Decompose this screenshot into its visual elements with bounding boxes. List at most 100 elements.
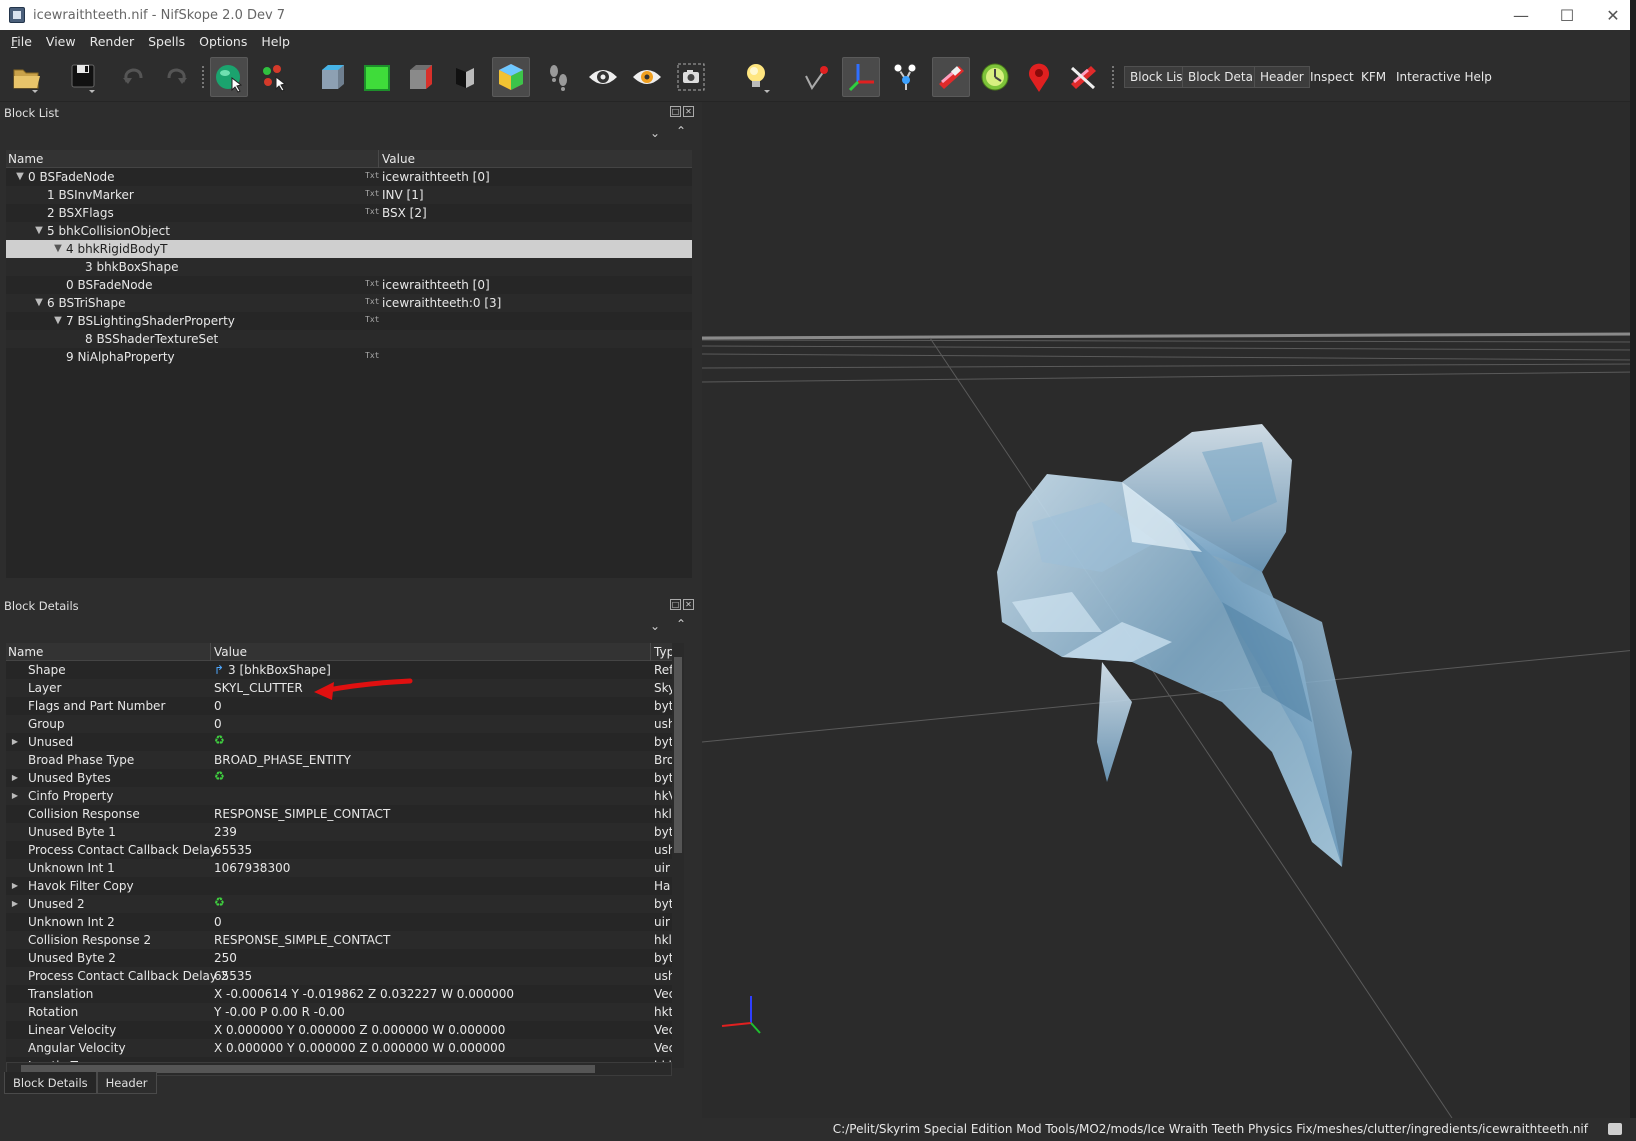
block-list-row[interactable]: 8 BSShaderTextureSet [6,330,692,348]
menu-spells[interactable]: Spells [141,34,192,49]
tab-block-details[interactable]: Block Details [4,1072,97,1094]
field-value[interactable]: 0 [214,717,222,731]
field-value[interactable]: 239 [214,825,237,839]
view-top-icon[interactable] [358,57,396,97]
field-value[interactable]: BROAD_PHASE_ENTITY [214,753,351,767]
float-dock-icon[interactable]: □ [670,599,681,610]
expand-toggle-icon[interactable]: ▼ [52,312,64,330]
menu-file[interactable]: File [4,34,39,49]
block-list-row[interactable]: ▼ 6 BSTriShape Txt icewraithteeth:0 [3] [6,294,692,312]
walk-mode-icon[interactable] [540,57,578,97]
column-value[interactable]: Value [382,152,415,166]
detail-row[interactable]: Collision Response 2 RESPONSE_SIMPLE_CONT… [6,931,672,949]
undo-icon[interactable] [114,57,152,97]
detail-row[interactable]: Linear Velocity X 0.000000 Y 0.000000 Z 0… [6,1021,672,1039]
detail-row[interactable]: ▶ Unused 2 ♻ byt [6,895,672,913]
detail-row[interactable]: Angular Velocity X 0.000000 Y 0.000000 Z … [6,1039,672,1057]
block-list-row[interactable]: 9 NiAlphaProperty Txt [6,348,692,366]
maximize-button[interactable]: ☐ [1544,0,1590,30]
float-dock-icon[interactable]: □ [670,106,681,117]
detail-row[interactable]: Group 0 ush [6,715,672,733]
detail-row[interactable]: Collision Response RESPONSE_SIMPLE_CONTAC… [6,805,672,823]
detail-row[interactable]: Unused Byte 2 250 byt [6,949,672,967]
field-value[interactable]: Y -0.00 P 0.00 R -0.00 [214,1005,345,1019]
block-list-row[interactable]: ▼ 4 bhkRigidBodyT [6,240,692,258]
expand-toggle-icon[interactable]: ▼ [14,168,26,186]
detail-row[interactable]: Translation X -0.000614 Y -0.019862 Z 0.0… [6,985,672,1003]
field-value[interactable]: 65535 [214,843,252,857]
array-update-icon[interactable]: ♻ [214,733,225,747]
interactive-help-button[interactable]: Interactive Help [1390,66,1498,88]
view-front-icon[interactable] [314,57,352,97]
collapse-all-icon[interactable]: ⌄ [650,126,660,140]
column-value[interactable]: Value [214,645,247,659]
field-value[interactable]: RESPONSE_SIMPLE_CONTACT [214,933,390,947]
hide-collision-icon[interactable] [1064,57,1102,97]
show-nodes-eye-icon[interactable] [628,57,666,97]
block-list-row[interactable]: ▼ 0 BSFadeNode Txt icewraithteeth [0] [6,168,692,186]
details-vertical-scrollbar[interactable] [672,643,684,1068]
detail-row[interactable]: Unused Byte 1 239 byt [6,823,672,841]
expand-toggle-icon[interactable]: ▼ [33,222,45,240]
show-axes-icon[interactable] [842,57,880,97]
field-value[interactable]: X 0.000000 Y 0.000000 Z 0.000000 W 0.000… [214,1023,505,1037]
menu-options[interactable]: Options [192,34,254,49]
menu-help[interactable]: Help [254,34,297,49]
expand-toggle-icon[interactable]: ▼ [33,294,45,312]
show-constraints-icon[interactable] [976,57,1014,97]
save-floppy-icon[interactable] [64,57,102,97]
detail-row[interactable]: Unknown Int 1 1067938300 uir [6,859,672,877]
close-dock-icon[interactable]: ✕ [683,599,694,610]
select-vertex-icon[interactable] [256,57,294,97]
lighting-bulb-icon[interactable] [738,57,776,97]
render-viewport[interactable] [702,102,1636,1118]
block-list-row[interactable]: 1 BSInvMarker Txt INV [1] [6,186,692,204]
expand-all-icon[interactable]: ⌃ [676,617,686,631]
toggle-kfm-button[interactable]: KFM [1355,66,1392,88]
tab-header[interactable]: Header [96,1072,157,1094]
toolbar-grip-2[interactable] [1112,66,1116,88]
detail-row[interactable]: Unknown Int 2 0 uir [6,913,672,931]
view-perspective-icon[interactable] [492,57,530,97]
redo-icon[interactable] [158,57,196,97]
field-value[interactable]: 0 [214,915,222,929]
link-icon[interactable]: ↱ [214,663,224,677]
detail-row[interactable]: Broad Phase Type BROAD_PHASE_ENTITY Bro [6,751,672,769]
block-list-row[interactable]: 0 BSFadeNode Txt icewraithteeth [0] [6,276,692,294]
field-value[interactable]: 1067938300 [214,861,290,875]
toggle-header-button[interactable]: Header [1254,66,1310,88]
array-update-icon[interactable]: ♻ [214,895,225,909]
view-flip-icon[interactable] [446,57,484,97]
column-name[interactable]: Name [8,645,43,659]
open-folder-icon[interactable] [8,57,46,97]
field-value[interactable]: 0 [214,699,222,713]
collapse-all-icon[interactable]: ⌄ [650,619,660,633]
field-value[interactable]: SKYL_CLUTTER [214,681,303,695]
expand-toggle-icon[interactable]: ▶ [9,733,21,751]
column-divider[interactable] [378,150,379,168]
show-collision-icon[interactable] [932,57,970,97]
toggle-inspect-button[interactable]: Inspect [1304,66,1360,88]
show-skeleton-icon[interactable] [886,57,924,97]
scene-canvas[interactable] [702,102,1636,1118]
screenshot-camera-icon[interactable] [672,57,710,97]
select-object-icon[interactable] [210,57,248,97]
expand-toggle-icon[interactable]: ▶ [9,877,21,895]
ice-wraith-teeth-mesh[interactable] [997,424,1352,867]
detail-row[interactable]: ▶ Cinfo Property hkV [6,787,672,805]
minimize-button[interactable]: — [1498,0,1544,30]
detail-row[interactable]: Process Contact Callback Delay 65535 ush [6,841,672,859]
column-divider[interactable] [210,643,211,661]
field-value[interactable]: 65535 [214,969,252,983]
toolbar-grip[interactable] [202,66,206,88]
detail-row[interactable]: Rotation Y -0.00 P 0.00 R -0.00 hkt [6,1003,672,1021]
view-side-icon[interactable] [402,57,440,97]
block-list-row[interactable]: ▼ 5 bhkCollisionObject [6,222,692,240]
expand-toggle-icon[interactable]: ▶ [9,769,21,787]
block-list-row[interactable]: 2 BSXFlags Txt BSX [2] [6,204,692,222]
show-vertex-normals-icon[interactable] [798,57,836,97]
expand-all-icon[interactable]: ⌃ [676,124,686,138]
show-hidden-eye-icon[interactable] [584,57,622,97]
block-list-row[interactable]: 3 bhkBoxShape [6,258,692,276]
column-divider[interactable] [650,643,651,661]
